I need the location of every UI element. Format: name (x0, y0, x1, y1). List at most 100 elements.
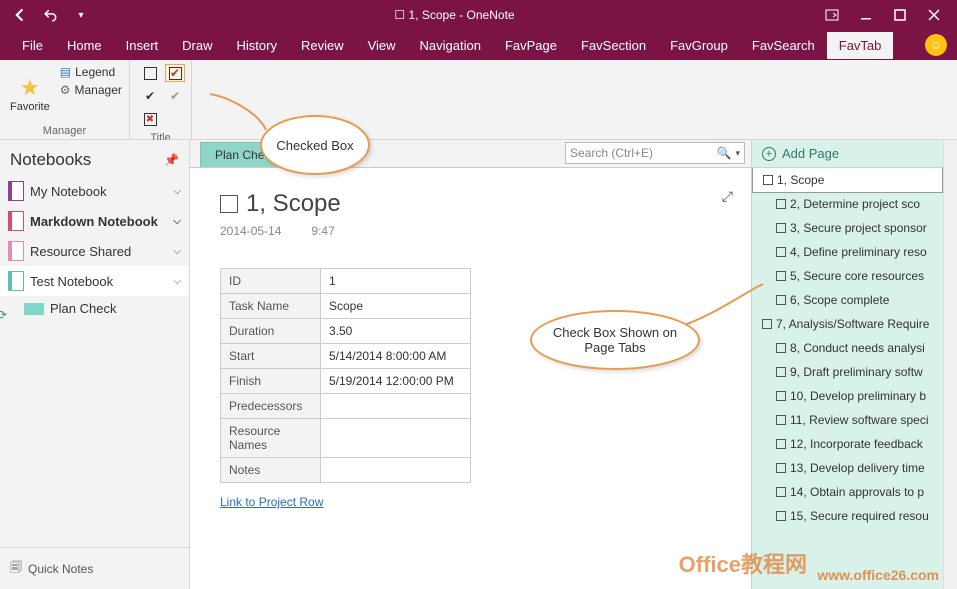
manager-button[interactable]: ⚙Manager (56, 82, 126, 98)
page-tab-label: 14, Obtain approvals to p (790, 485, 924, 499)
page-tab-label: 11, Review software speci (790, 413, 929, 427)
callout-tail (208, 92, 268, 132)
add-page-button[interactable]: + Add Page (752, 140, 943, 168)
table-value[interactable] (321, 458, 471, 483)
page-tab-item[interactable]: 15, Secure required resou (752, 504, 943, 528)
legend-icon: ▤ (60, 65, 71, 79)
table-value[interactable]: Scope (321, 294, 471, 319)
checkbox-icon (776, 487, 786, 497)
notebook-item[interactable]: My Notebook⌵ (0, 176, 189, 206)
pin-icon[interactable]: 📌 (164, 153, 179, 167)
smiley-icon[interactable]: ☺ (925, 34, 947, 56)
remove-box-icon[interactable]: ✖ (140, 110, 160, 128)
title-checkbox-icon[interactable] (220, 195, 238, 213)
quick-notes-icon: 🗐 (10, 558, 22, 579)
search-icon: 🔍 (717, 146, 732, 160)
project-row-link[interactable]: Link to Project Row (220, 495, 323, 509)
menu-review[interactable]: Review (289, 32, 356, 59)
menu-history[interactable]: History (225, 32, 289, 59)
notebook-icon (8, 241, 24, 261)
page-tab-item[interactable]: 1, Scope (752, 168, 943, 193)
minimize-button[interactable] (849, 0, 883, 30)
table-value[interactable] (321, 394, 471, 419)
undo-icon[interactable] (38, 2, 64, 28)
page-time: 9:47 (311, 224, 334, 238)
task-table: ID1Task NameScopeDuration3.50Start5/14/2… (220, 268, 471, 483)
page-tab-item[interactable]: 10, Develop preliminary b (752, 384, 943, 408)
page-tab-item[interactable]: 6, Scope complete (752, 288, 943, 312)
fullscreen-icon[interactable]: ⤢ (722, 188, 733, 205)
notebook-item[interactable]: Markdown Notebook⌵ (0, 206, 189, 236)
page-tab-item[interactable]: 5, Secure core resources (752, 264, 943, 288)
page-tab-label: 3, Secure project sponsor (790, 221, 927, 235)
table-key: Task Name (221, 294, 321, 319)
page-tab-label: 13, Develop delivery time (790, 461, 925, 475)
back-icon[interactable] (8, 2, 34, 28)
page-tab-item[interactable]: 12, Incorporate feedback (752, 432, 943, 456)
table-key: Start (221, 344, 321, 369)
page-tab-label: 8, Conduct needs analysi (790, 341, 925, 355)
table-value[interactable]: 5/19/2014 12:00:00 PM (321, 369, 471, 394)
notebook-item[interactable]: Test Notebook⌵ (0, 266, 189, 296)
page-title[interactable]: 1, Scope (246, 190, 341, 218)
check-icon[interactable]: ✔ (140, 87, 160, 105)
page-tab-item[interactable]: 11, Review software speci (752, 408, 943, 432)
table-value[interactable]: 3.50 (321, 319, 471, 344)
notebook-item[interactable]: Resource Shared⌵ (0, 236, 189, 266)
maximize-button[interactable] (883, 0, 917, 30)
page-tab-item[interactable]: 2, Determine project sco (752, 192, 943, 216)
search-dropdown-icon[interactable]: ▾ (735, 148, 740, 159)
menu-favgroup[interactable]: FavGroup (658, 32, 740, 59)
unchecked-box-icon[interactable] (140, 64, 160, 82)
favorite-button[interactable]: ★ Favorite (10, 64, 50, 123)
page-tab-item[interactable]: 4, Define preliminary reso (752, 240, 943, 264)
qat-more-icon[interactable]: ▾ (68, 2, 94, 28)
menu-draw[interactable]: Draw (170, 32, 224, 59)
menu-navigation[interactable]: Navigation (408, 32, 493, 59)
notebook-icon (8, 271, 24, 291)
table-value[interactable]: 5/14/2014 8:00:00 AM (321, 344, 471, 369)
menu-favpage[interactable]: FavPage (493, 32, 569, 59)
menu-favsearch[interactable]: FavSearch (740, 32, 827, 59)
page-tab-item[interactable]: 9, Draft preliminary softw (752, 360, 943, 384)
gear-icon: ⚙ (60, 83, 71, 97)
menu-file[interactable]: File (10, 32, 55, 59)
table-value[interactable] (321, 419, 471, 458)
checkbox-icon (776, 199, 786, 209)
close-button[interactable] (917, 0, 951, 30)
section-item[interactable]: Plan Check (0, 296, 189, 321)
check-outline-icon[interactable]: ✔ (165, 87, 185, 105)
favorite-label: Favorite (10, 101, 50, 113)
checkbox-icon (776, 391, 786, 401)
page-tab-label: 6, Scope complete (790, 293, 889, 307)
checkbox-icon (776, 223, 786, 233)
scrollbar[interactable] (943, 140, 957, 589)
menu-view[interactable]: View (356, 32, 408, 59)
page-tab-item[interactable]: 3, Secure project sponsor (752, 216, 943, 240)
page-tab-item[interactable]: 14, Obtain approvals to p (752, 480, 943, 504)
page-tab-item[interactable]: 13, Develop delivery time (752, 456, 943, 480)
quick-notes-button[interactable]: 🗐 Quick Notes (0, 547, 189, 589)
notebook-icon (8, 181, 24, 201)
page-tab-label: 10, Develop preliminary b (790, 389, 926, 403)
page-tab-label: 4, Define preliminary reso (790, 245, 927, 259)
table-key: Finish (221, 369, 321, 394)
table-key: ID (221, 269, 321, 294)
checkbox-icon (776, 247, 786, 257)
checked-box-icon[interactable]: ✔ (165, 64, 185, 82)
table-value[interactable]: 1 (321, 269, 471, 294)
menu-insert[interactable]: Insert (114, 32, 171, 59)
checkbox-icon (776, 367, 786, 377)
page-tab-item[interactable]: 8, Conduct needs analysi (752, 336, 943, 360)
menu-home[interactable]: Home (55, 32, 114, 59)
ribbon-display-icon[interactable] (815, 0, 849, 30)
checkbox-icon (776, 463, 786, 473)
checkbox-icon (776, 295, 786, 305)
legend-button[interactable]: ▤Legend (56, 64, 126, 80)
checkbox-icon (763, 175, 773, 185)
page-tab-item[interactable]: 7, Analysis/Software Require (752, 312, 943, 336)
menu-favtab[interactable]: FavTab (827, 32, 894, 59)
search-input[interactable]: Search (Ctrl+E) 🔍 ▾ (565, 142, 745, 164)
callout-checked-box: Checked Box (260, 115, 370, 175)
menu-favsection[interactable]: FavSection (569, 32, 658, 59)
